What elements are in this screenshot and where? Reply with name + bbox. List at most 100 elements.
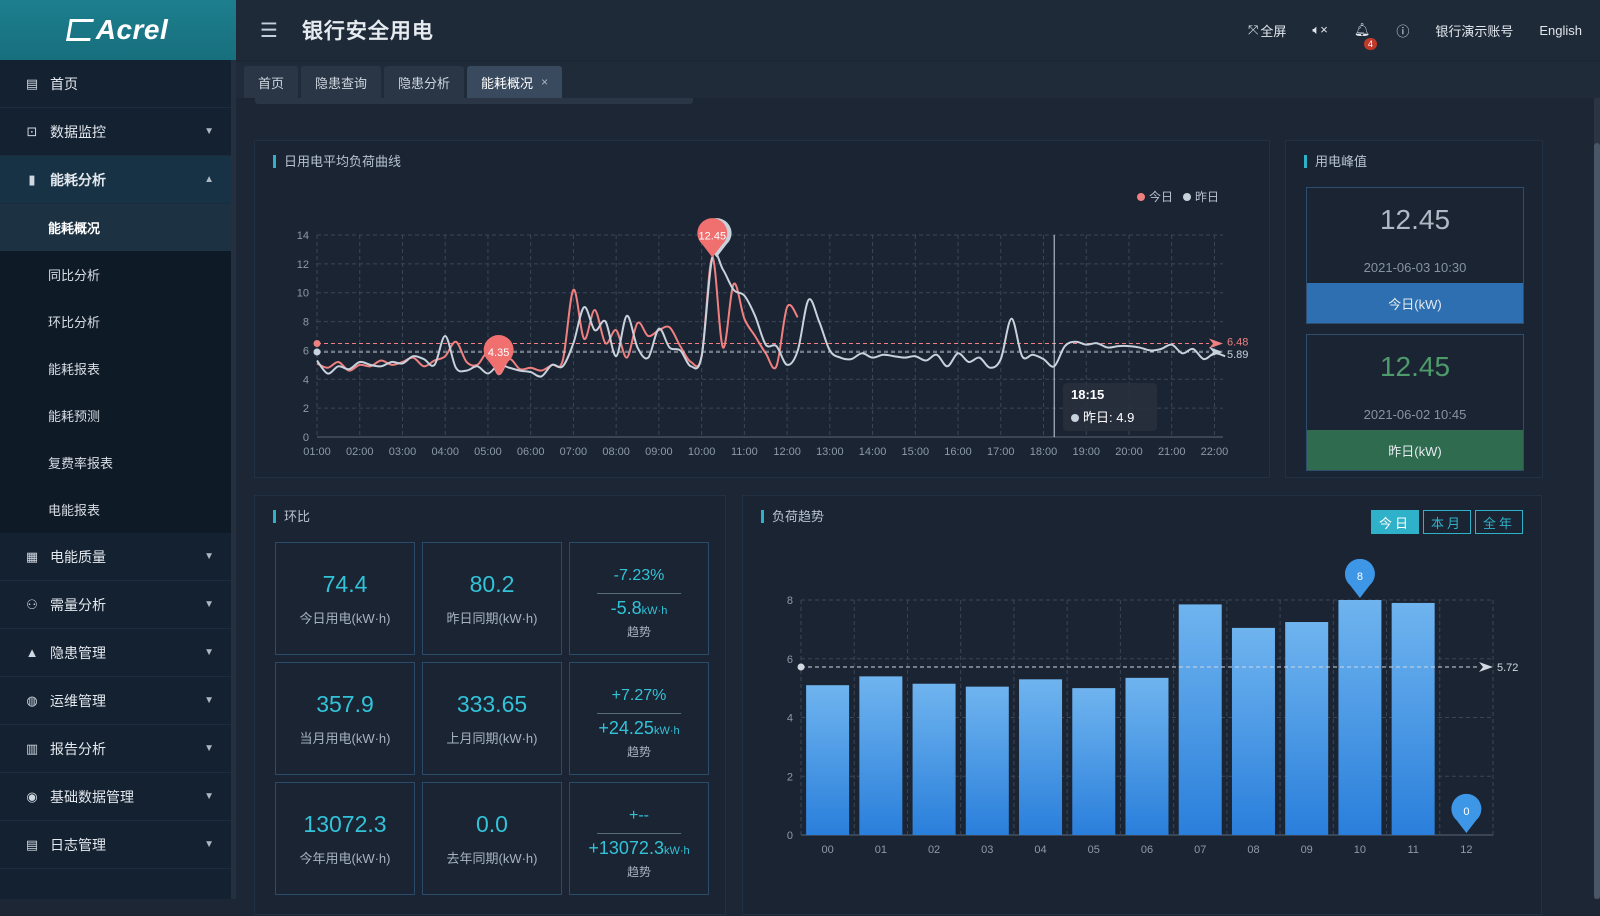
x-tick-label: 01 (875, 844, 887, 856)
sidebar-item-label: 报告分析 (50, 740, 106, 757)
language-switch[interactable]: English (1539, 23, 1582, 38)
sidebar-subitem-overview[interactable]: 能耗概况 (0, 204, 236, 251)
chevron-down-icon: ▼ (204, 839, 214, 850)
sidebar-item-log[interactable]: ▤ 日志管理 ▼ (0, 821, 236, 869)
ring-value: 74.4 (322, 571, 368, 597)
sidebar-subitem-energy-report[interactable]: 能耗报表 (0, 345, 236, 392)
monitor-icon: ▤ (25, 75, 39, 91)
sidebar-subitem-power-report[interactable]: 电能报表 (0, 486, 236, 533)
notification-badge: 4 (1363, 38, 1377, 50)
help-button[interactable]: ⓘ (1396, 21, 1409, 40)
fullscreen-button[interactable]: ⤧ 全屏 (1248, 21, 1286, 40)
bar (1338, 600, 1382, 835)
peak-panel: 用电峰值 12.45 2021-06-03 10:30 今日(kW) 12.45… (1285, 140, 1543, 478)
close-icon[interactable]: × (541, 75, 548, 89)
chevron-down-icon: ▼ (204, 695, 214, 706)
x-tick-label: 22:00 (1201, 446, 1229, 458)
sidebar-item-ops[interactable]: ◍ 运维管理 ▼ (0, 677, 236, 725)
ring-label: 当月用电(kW·h) (299, 731, 391, 746)
help-icon: ⓘ (1396, 23, 1410, 39)
bar (1231, 627, 1275, 835)
mean-label: 5.89 (1227, 349, 1248, 361)
topbar-actions: ⤧ 全屏 🔈︎× 🔔︎ 4 ⓘ 银行演示账号 English (1222, 0, 1582, 60)
sidebar-subitem-tariff-report[interactable]: 复费率报表 (0, 439, 236, 486)
sidebar-item-report[interactable]: ▥ 报告分析 ▼ (0, 725, 236, 773)
chevron-down-icon: ▼ (204, 647, 214, 658)
y-tick-label: 6 (303, 345, 309, 357)
peak-title: 用电峰值 (1304, 155, 1367, 168)
ring-title: 环比 (273, 510, 310, 523)
sidebar-item-demand[interactable]: ⚇ 需量分析 ▼ (0, 581, 236, 629)
bar (1125, 677, 1169, 835)
sidebar-item-basic-data[interactable]: ◉ 基础数据管理 ▼ (0, 773, 236, 821)
bar (965, 686, 1009, 835)
x-tick-label: 11:00 (731, 446, 758, 458)
sidebar-nav: ▤ 首页 ⊡ 数据监控 ▼ ▮ 能耗分析 ▲ 能耗概况 同比分析 环比分析 能耗报表 能耗… (0, 60, 236, 869)
nodes-icon: ⚇ (26, 596, 38, 612)
sidebar-item-label: 能耗分析 (50, 171, 106, 188)
bar-chart-icon: ▮ (28, 171, 36, 187)
menu-toggle-icon[interactable]: ☰ (260, 18, 278, 43)
load-trend-chart[interactable]: 0246800 01 02 03 04 05 06 07 08 09 10 11 125.7280 (743, 496, 1543, 916)
sidebar-subitem-yoy[interactable]: 同比分析 (0, 251, 236, 298)
tab-label: 隐患查询 (315, 75, 368, 91)
sidebar-item-home[interactable]: ▤ 首页 (0, 60, 236, 108)
account-menu[interactable]: 银行演示账号 (1435, 21, 1513, 40)
y-tick-label: 4 (303, 374, 309, 386)
y-tick-label: 2 (787, 771, 793, 783)
x-tick-label: 05 (1088, 844, 1100, 856)
ring-diff: +13072.3 (588, 838, 664, 858)
tooltip-dot (1071, 414, 1079, 422)
tooltip-time: 18:15 (1071, 387, 1105, 402)
bar-marker-label: 8 (1357, 571, 1363, 583)
mute-button[interactable]: 🔈︎× (1312, 22, 1327, 38)
logo-text: Acrel (95, 14, 169, 45)
tab-energy-overview[interactable]: 能耗概况 × (467, 66, 563, 98)
x-tick-label: 04:00 (431, 446, 459, 458)
sidebar-item-data-monitor[interactable]: ⊡ 数据监控 ▼ (0, 108, 236, 156)
y-tick-label: 8 (787, 595, 793, 607)
tab-bar: 首页 隐患查询 隐患分析 能耗概况 × (236, 62, 1600, 98)
ring-label: 今日用电(kW·h) (299, 611, 391, 626)
sidebar-item-label: 基础数据管理 (50, 788, 134, 805)
sidebar-item-hazard[interactable]: ▲ 隐患管理 ▼ (0, 629, 236, 677)
chevron-up-icon: ▲ (204, 174, 214, 185)
tab-hazard-analysis[interactable]: 隐患分析 (384, 66, 465, 98)
tab-hazard-query[interactable]: 隐患查询 (301, 66, 382, 98)
x-tick-label: 12:00 (773, 446, 801, 458)
sidebar-item-label: 电能质量 (50, 548, 106, 565)
calendar-icon: ▦ (25, 548, 39, 564)
sidebar-subitem-mom[interactable]: 环比分析 (0, 298, 236, 345)
x-tick-label: 09 (1301, 844, 1313, 856)
sidebar-item-power-quality[interactable]: ▦ 电能质量 ▼ (0, 533, 236, 581)
fullscreen-label: 全屏 (1260, 23, 1287, 39)
y-tick-label: 12 (297, 259, 309, 271)
sidebar-subitem-forecast[interactable]: 能耗预测 (0, 392, 236, 439)
ring-pct: -7.23% (613, 567, 665, 584)
notification-button[interactable]: 🔔︎ 4 (1354, 22, 1377, 50)
x-tick-label: 14:00 (859, 446, 887, 458)
ring-label: 上月同期(kW·h) (446, 731, 538, 746)
bar (912, 683, 956, 835)
y-tick-label: 14 (297, 230, 309, 242)
sidebar-scrollbar[interactable] (231, 60, 236, 899)
warning-icon: ▲ (25, 645, 39, 660)
sidebar-item-label: 首页 (50, 75, 78, 92)
sidebar-item-energy-analysis[interactable]: ▮ 能耗分析 ▲ (0, 156, 236, 204)
x-tick-label: 03:00 (389, 446, 417, 458)
y-tick-label: 4 (787, 713, 793, 725)
today-peak-marker-label: 4.35 (488, 347, 509, 359)
tab-label: 隐患分析 (398, 75, 451, 91)
main-content: 日用电平均负荷曲线 今日 昨日 0 2 4 6 8 10 12 14 01:00 02:00 03:… (250, 98, 1595, 915)
ring-cell-day-trend: -7.23% -5.8kW·h 趋势 (569, 542, 709, 655)
ring-divider (597, 833, 681, 834)
peak-yesterday-time: 2021-06-02 10:45 (1363, 407, 1467, 422)
logo-mark-icon (65, 19, 94, 41)
ring-cell-yesterday: 80.2 昨日同期(kW·h) (422, 542, 562, 655)
brand-logo[interactable]: Acrel (0, 0, 236, 60)
x-tick-label: 01:00 (303, 446, 331, 458)
tab-home[interactable]: 首页 (244, 66, 299, 98)
ring-unit: kW·h (641, 605, 668, 617)
ring-divider (597, 593, 681, 594)
sidebar-item-label: 数据监控 (50, 123, 106, 140)
